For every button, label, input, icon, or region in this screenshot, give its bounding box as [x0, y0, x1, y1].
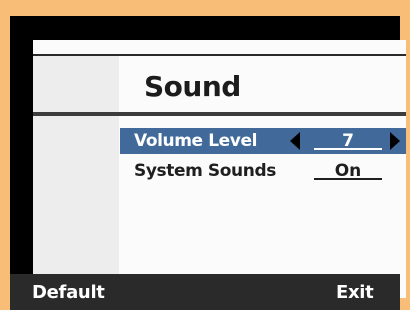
- menu-item-label: Volume Level: [134, 131, 257, 151]
- value-underline: [314, 178, 382, 180]
- right-arrow-icon[interactable]: [390, 132, 400, 150]
- exit-softkey[interactable]: Exit: [336, 282, 374, 303]
- camera-lcd-bezel: Sound Volume Level 7 System Sounds On De…: [10, 16, 406, 310]
- value-underline: [314, 148, 382, 150]
- page-title: Sound: [144, 70, 241, 103]
- volume-level-value[interactable]: 7: [310, 131, 386, 151]
- system-sounds-value[interactable]: On: [310, 161, 386, 181]
- default-softkey[interactable]: Default: [32, 282, 105, 303]
- menu-item-label: System Sounds: [134, 161, 276, 181]
- softkey-bar: Default Exit: [10, 274, 400, 310]
- left-arrow-icon[interactable]: [290, 132, 300, 150]
- menu-item-volume-level[interactable]: Volume Level 7: [120, 128, 406, 154]
- side-panel: [33, 56, 119, 298]
- lcd-screen: Sound Volume Level 7 System Sounds On: [33, 40, 406, 298]
- title-divider: [33, 112, 406, 116]
- menu-item-system-sounds[interactable]: System Sounds On: [120, 158, 406, 184]
